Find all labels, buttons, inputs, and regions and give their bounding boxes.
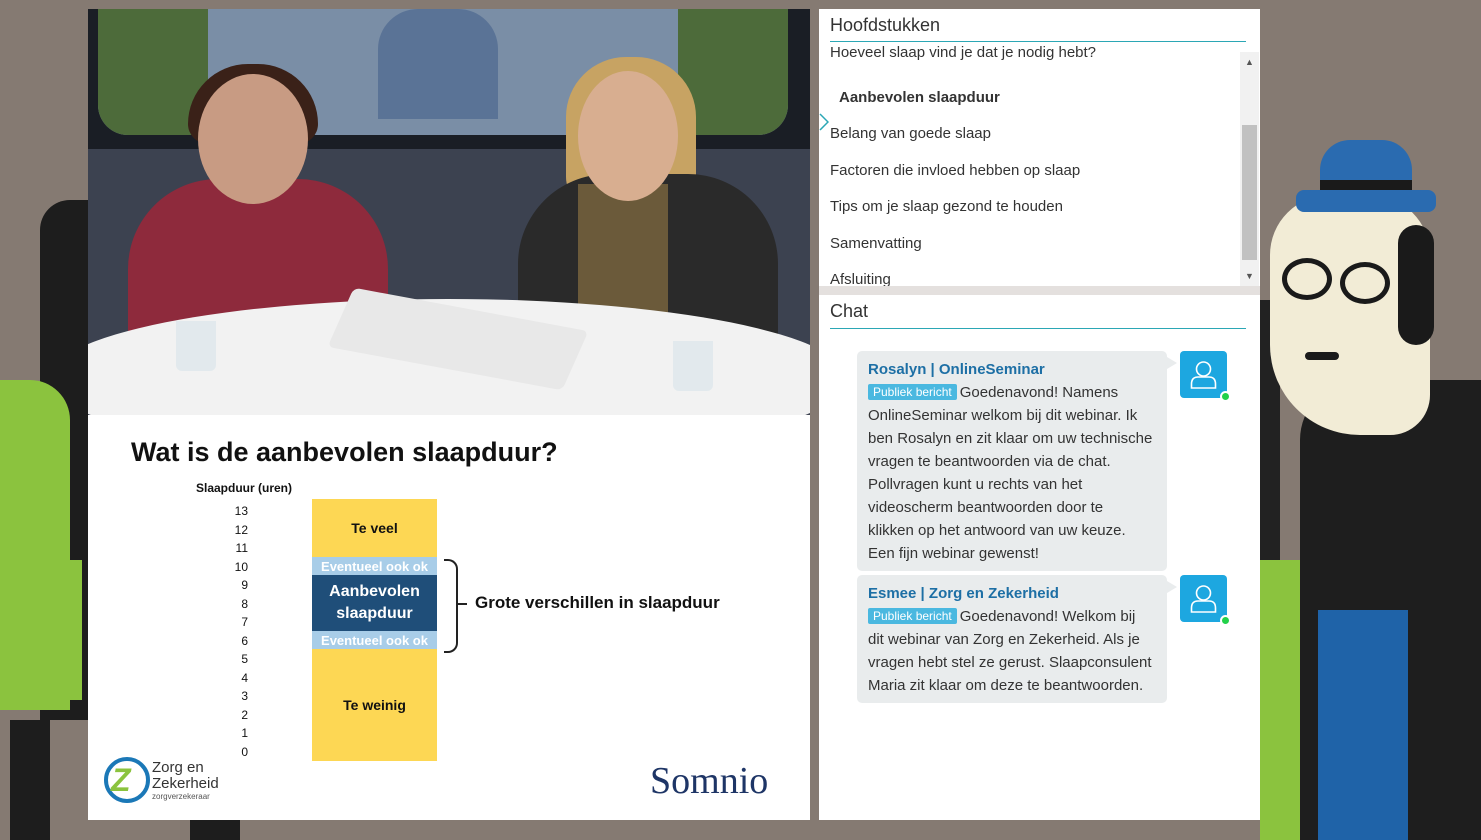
chat-message-line: dit webinar van Zorg en Zekerheid. Als j… — [868, 631, 1140, 648]
chat-message-line: Goedenavond! Welkom bij — [959, 608, 1136, 625]
background-figure-left-green-2 — [12, 560, 82, 700]
slide-y-axis-label: Slaapduur (uren) — [196, 481, 293, 495]
background-man-mouth — [1305, 352, 1339, 360]
presenter-left-head — [198, 74, 308, 204]
chat-message-line: Pollvragen kunt u rechts van het — [868, 476, 1083, 493]
y-tick: 6 — [241, 634, 248, 648]
scroll-down-arrow-icon[interactable]: ▼ — [1240, 268, 1259, 284]
y-tick: 2 — [241, 708, 248, 722]
chapter-item[interactable]: Hoeveel slaap vind je dat je nodig hebt? — [830, 44, 1096, 61]
chapter-item[interactable]: Samenvatting — [830, 235, 922, 252]
scroll-up-arrow-icon[interactable]: ▲ — [1240, 54, 1259, 70]
online-status-icon — [1220, 391, 1231, 402]
band-recommended-line2: slaapduur — [336, 605, 413, 622]
chat-title: Chat — [830, 301, 869, 321]
zorg-en-zekerheid-logo-text-1: Zorg en — [152, 759, 204, 776]
chat-message-text: Publiek bericht Goedenavond! Namens Onlin… — [868, 381, 1157, 565]
presenter-right-head — [578, 71, 678, 201]
zorg-en-zekerheid-logo-mark: Z — [111, 762, 131, 798]
chapter-item-active[interactable]: Aanbevolen slaapduur — [839, 89, 1000, 106]
y-tick: 4 — [241, 671, 248, 685]
y-tick: 8 — [241, 597, 248, 611]
avatar[interactable] — [1180, 575, 1231, 626]
chat-panel: Chat Rosalyn | OnlineSeminar Publiek ber… — [819, 295, 1260, 820]
background-man-leg — [1318, 610, 1408, 840]
chat-message-line: Een fijn webinar gewenst! — [868, 545, 1039, 562]
chat-message-line: vragen hebt stel ze gerust. Slaapconsule… — [868, 654, 1152, 671]
chat-message-line: klikken op het antwoord van uw keuze. — [868, 522, 1126, 539]
video-player[interactable] — [88, 9, 810, 415]
avatar[interactable] — [1180, 351, 1231, 402]
public-message-badge: Publiek bericht — [868, 384, 957, 400]
public-message-badge: Publiek bericht — [868, 608, 957, 624]
zorg-en-zekerheid-logo-text-3: zorgverzekeraar — [152, 792, 210, 801]
online-status-icon — [1220, 615, 1231, 626]
y-tick: 13 — [234, 504, 248, 518]
chat-message-line: videoscherm beantwoorden door te — [868, 499, 1104, 516]
background-man-glasses-right — [1340, 262, 1390, 304]
chapters-title-underline — [830, 41, 1246, 42]
chapters-scrollbar[interactable]: ▲ ▼ — [1240, 52, 1259, 286]
brace-label: Grote verschillen in slaapduur — [475, 593, 720, 612]
chat-title-underline — [830, 328, 1246, 329]
background-man-hat-brim — [1296, 190, 1436, 212]
slide-title: Wat is de aanbevolen slaapduur? — [131, 437, 558, 467]
chat-message-line: Maria zit klaar om deze te beantwoorden. — [868, 677, 1144, 694]
chevron-right-icon — [819, 113, 829, 131]
chapter-item[interactable]: Belang van goede slaap — [830, 125, 991, 142]
chat-message-line: OnlineSeminar welkom bij dit webinar. Ik — [868, 407, 1138, 424]
brace-tip — [457, 603, 467, 605]
chat-message-line: ben Rosalyn en zit klaar om uw technisch… — [868, 430, 1153, 447]
background-man-hair — [1398, 225, 1434, 345]
y-tick: 9 — [241, 578, 248, 592]
y-tick: 3 — [241, 689, 248, 703]
background-figure-foot — [190, 820, 240, 840]
chat-message-line: Goedenavond! Namens — [959, 384, 1119, 401]
panel-divider — [819, 286, 1260, 295]
band-optional-bottom: Eventueel ook ok — [312, 631, 437, 649]
chapter-list[interactable]: Hoeveel slaap vind je dat je nodig hebt?… — [819, 43, 1240, 286]
y-tick: 10 — [234, 560, 248, 574]
water-glass-left — [176, 321, 216, 371]
studio-screen-figure — [378, 9, 498, 119]
chat-message-line: vragen te beantwoorden via de chat. — [868, 453, 1111, 470]
water-glass-right — [673, 341, 713, 391]
band-recommended-line1: Aanbevolen — [329, 583, 420, 600]
brace-bracket — [444, 559, 458, 653]
band-too-little: Te weinig — [312, 649, 437, 761]
y-tick: 1 — [241, 726, 248, 740]
y-tick: 12 — [234, 523, 248, 537]
user-icon — [1190, 585, 1217, 613]
zorg-en-zekerheid-logo-text-2: Zekerheid — [152, 775, 219, 792]
chat-message: Rosalyn | OnlineSeminar Publiek bericht G… — [857, 351, 1177, 571]
band-too-much: Te veel — [312, 499, 437, 557]
chat-message: Esmee | Zorg en Zekerheid Publiek berich… — [857, 575, 1177, 703]
chapter-item[interactable]: Afsluiting — [830, 271, 891, 286]
chapters-title: Hoofdstukken — [830, 15, 941, 35]
chapter-item[interactable]: Factoren die invloed hebben op slaap — [830, 162, 1080, 179]
band-optional-top: Eventueel ook ok — [312, 557, 437, 575]
chat-message-author: Rosalyn | OnlineSeminar — [868, 361, 1045, 378]
y-tick: 11 — [235, 541, 248, 555]
chapters-panel: Hoofdstukken Hoeveel slaap vind je dat j… — [819, 9, 1260, 286]
background-man-glasses-left — [1282, 258, 1332, 300]
user-icon — [1190, 361, 1217, 389]
scrollbar-thumb[interactable] — [1242, 125, 1257, 260]
chapter-item[interactable]: Tips om je slaap gezond te houden — [830, 198, 1063, 215]
presentation-slide: Wat is de aanbevolen slaapduur? Slaapduu… — [88, 415, 856, 820]
y-tick: 0 — [241, 745, 248, 759]
somnio-logo: Somnio — [650, 760, 769, 802]
y-tick: 5 — [241, 652, 248, 666]
background-figure-leg — [10, 720, 50, 840]
y-tick: 7 — [241, 615, 248, 629]
band-recommended: Aanbevolen slaapduur — [312, 575, 437, 631]
chat-message-text: Publiek bericht Goedenavond! Welkom bij d… — [868, 605, 1157, 697]
chat-message-author: Esmee | Zorg en Zekerheid — [868, 585, 1059, 602]
